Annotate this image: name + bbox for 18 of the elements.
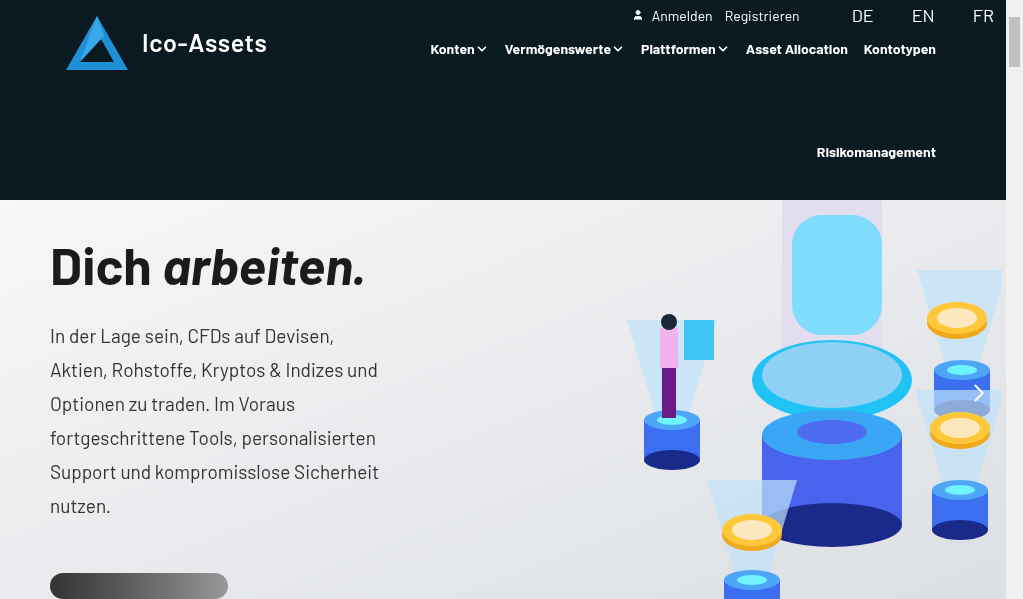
hero-description: In der Lage sein, CFDs auf Devisen, Aktien, Rohstoffe, Kryptos & Indizes und Optionen zu traden. Im Voraus fortgeschrittene Tools, personalisierten Support und kompromisslose Sicherheit nutzen. <box>50 323 381 520</box>
nav-link[interactable]: Asset Allocation <box>745 38 848 59</box>
nav-link[interactable]: Konten <box>430 38 489 59</box>
scrollbar-thumb[interactable] <box>1009 17 1020 67</box>
brand-name: Ico-Assets <box>142 26 268 60</box>
nav-link[interactable]: Risikomanagement <box>816 141 936 162</box>
nav-link[interactable]: Kontotypen <box>863 38 936 59</box>
language-link[interactable]: FR <box>972 1 994 29</box>
nav-link[interactable]: Plattformen <box>641 38 730 59</box>
language-link[interactable]: EN <box>911 1 935 29</box>
user-icon <box>631 9 644 21</box>
cta-button[interactable] <box>50 573 228 599</box>
triangle-logo-icon <box>64 14 130 72</box>
language-link[interactable]: DE <box>851 1 874 29</box>
register-link[interactable]: Registrieren <box>724 4 800 26</box>
login-link[interactable]: Anmelden <box>631 4 713 26</box>
hero-heading: Dich arbeiten. <box>50 236 367 294</box>
nav-link[interactable]: Vermögenswerte <box>504 38 626 59</box>
